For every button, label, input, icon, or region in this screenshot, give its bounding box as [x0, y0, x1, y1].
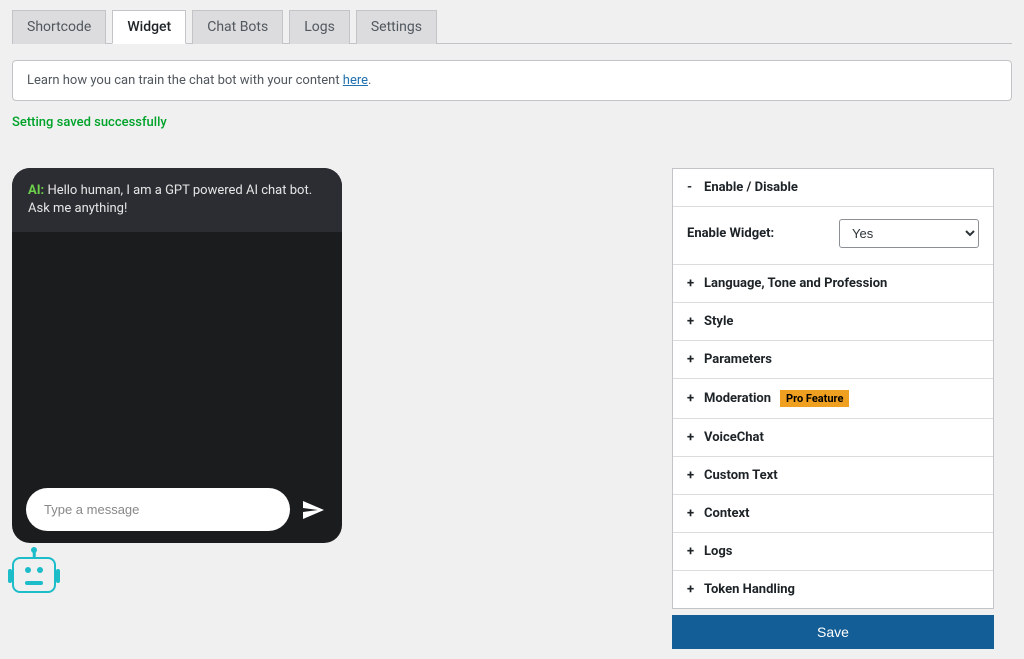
- accordion-sign: +: [687, 352, 697, 367]
- send-icon: [301, 498, 325, 522]
- enable-widget-label: Enable Widget:: [687, 226, 774, 241]
- accordion-title: Enable / Disable: [704, 180, 798, 195]
- accordion-title: Context: [704, 506, 750, 521]
- accordion-title: Moderation: [704, 391, 771, 406]
- send-button[interactable]: [298, 495, 328, 525]
- accordion-sign: +: [687, 582, 697, 597]
- accordion-sign: +: [687, 544, 697, 559]
- tab-chatbots[interactable]: Chat Bots: [192, 10, 283, 44]
- accordion-language[interactable]: + Language, Tone and Profession: [673, 265, 993, 303]
- accordion-sign: +: [687, 506, 697, 521]
- accordion-context[interactable]: + Context: [673, 495, 993, 533]
- tabs: Shortcode Widget Chat Bots Logs Settings: [12, 10, 1012, 44]
- accordion-title: Token Handling: [704, 582, 795, 597]
- accordion-parameters[interactable]: + Parameters: [673, 341, 993, 379]
- accordion-title: Logs: [704, 544, 732, 559]
- accordion-sign: +: [687, 468, 697, 483]
- chat-input-row: [26, 488, 328, 531]
- accordion-sign: +: [687, 391, 697, 406]
- chat-widget: AI: Hello human, I am a GPT powered AI c…: [12, 168, 342, 543]
- info-box: Learn how you can train the chat bot wit…: [12, 60, 1012, 101]
- info-text-suffix: .: [368, 73, 371, 88]
- accordion-logs[interactable]: + Logs: [673, 533, 993, 571]
- accordion-title: Parameters: [704, 352, 772, 367]
- success-message: Setting saved successfully: [12, 115, 1012, 130]
- enable-widget-row: Enable Widget: Yes: [673, 207, 993, 265]
- chat-greeting: AI: Hello human, I am a GPT powered AI c…: [12, 168, 342, 232]
- tab-logs[interactable]: Logs: [289, 10, 350, 44]
- save-button[interactable]: Save: [672, 615, 994, 649]
- accordion-token-handling[interactable]: + Token Handling: [673, 571, 993, 608]
- pro-badge: Pro Feature: [780, 390, 849, 407]
- accordion-voicechat[interactable]: + VoiceChat: [673, 419, 993, 457]
- accordion-sign: +: [687, 276, 697, 291]
- info-link[interactable]: here: [343, 73, 368, 88]
- accordion-title: Language, Tone and Profession: [704, 276, 887, 291]
- ai-label: AI:: [28, 183, 44, 198]
- chat-body: [26, 232, 328, 478]
- accordion-sign: -: [687, 180, 697, 195]
- tab-settings[interactable]: Settings: [356, 10, 437, 44]
- tab-widget[interactable]: Widget: [112, 10, 186, 44]
- enable-widget-select[interactable]: Yes: [839, 219, 979, 248]
- bot-icon[interactable]: [12, 557, 56, 593]
- accordion-title: Style: [704, 314, 733, 329]
- accordion-title: Custom Text: [704, 468, 778, 483]
- accordion-enable-disable[interactable]: - Enable / Disable: [673, 169, 993, 207]
- accordion-style[interactable]: + Style: [673, 303, 993, 341]
- accordion-sign: +: [687, 314, 697, 329]
- accordion-custom-text[interactable]: + Custom Text: [673, 457, 993, 495]
- accordion-sign: +: [687, 430, 697, 445]
- settings-panel: - Enable / Disable Enable Widget: Yes + …: [672, 168, 994, 609]
- info-text-prefix: Learn how you can train the chat bot wit…: [27, 73, 343, 88]
- tab-shortcode[interactable]: Shortcode: [12, 10, 106, 44]
- accordion-moderation[interactable]: + Moderation Pro Feature: [673, 379, 993, 419]
- accordion-title: VoiceChat: [704, 430, 764, 445]
- chat-greeting-text: Hello human, I am a GPT powered AI chat …: [28, 183, 312, 216]
- chat-input[interactable]: [26, 488, 290, 531]
